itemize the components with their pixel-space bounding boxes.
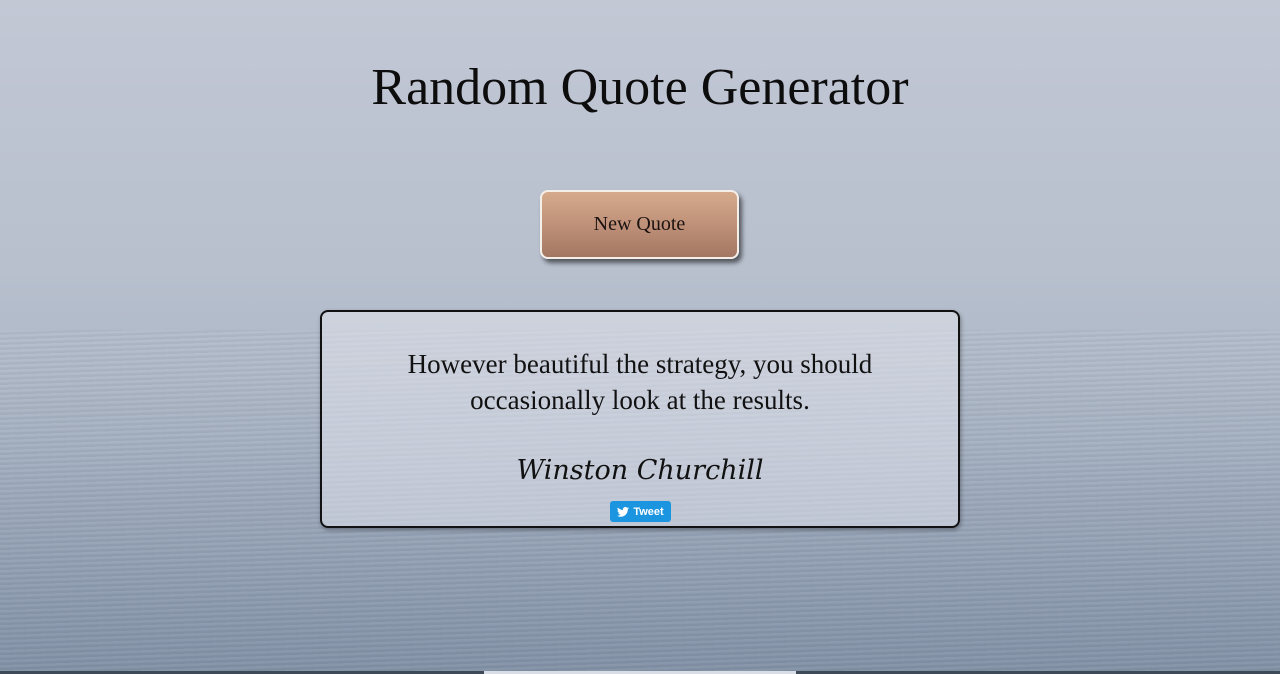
tweet-label: Tweet <box>633 505 664 518</box>
quote-box: However beautiful the strategy, you shou… <box>320 310 960 528</box>
quote-text: However beautiful the strategy, you shou… <box>407 349 873 415</box>
page-title: Random Quote Generator <box>371 59 909 116</box>
tweet-button[interactable]: Tweet <box>610 501 671 522</box>
quote-author: Winston Churchill <box>516 455 764 486</box>
new-quote-button[interactable]: New Quote <box>540 190 739 259</box>
twitter-bird-icon <box>617 506 630 517</box>
